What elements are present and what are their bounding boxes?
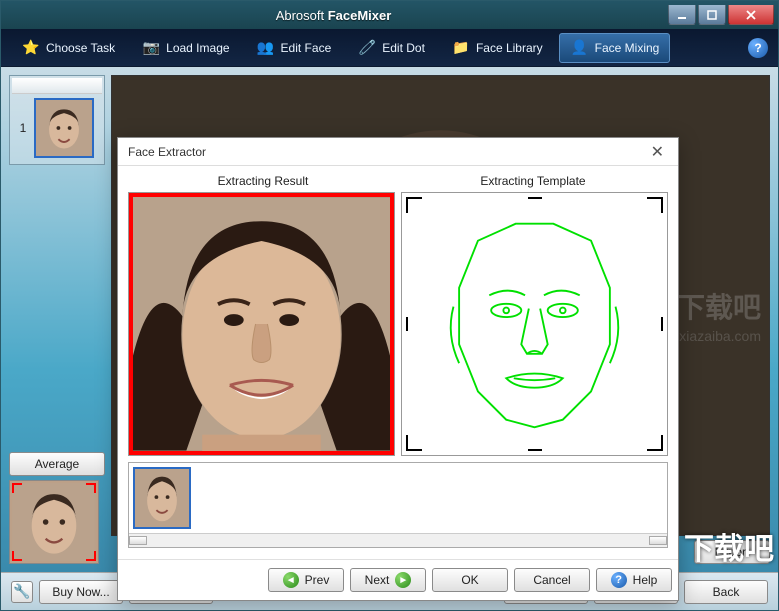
thumb-row[interactable]: 1 [12,94,102,162]
back-label: Back [713,585,740,599]
maximize-button[interactable] [698,5,726,25]
main-toolbar: ⭐ Choose Task 📷 Load Image 👥 Edit Face 🧷… [1,29,778,67]
prev-button[interactable]: ◄ Prev [268,568,344,592]
dialog-button-row: ◄ Prev Next ► OK Cancel ? Help [118,559,678,600]
next-button[interactable]: Next ► [350,568,426,592]
filmstrip-thumb[interactable] [133,467,191,529]
toolbar-help-button[interactable]: ? [748,38,768,58]
filmstrip-scrollbar[interactable] [129,533,667,547]
face-library-label: Face Library [476,41,543,55]
arrow-right-icon: ► [395,572,411,588]
face-library-button[interactable]: 📁 Face Library [441,33,553,63]
ok-button[interactable]: OK [432,568,508,592]
crop-corner-icon [12,483,22,493]
help-label: Help [633,573,658,587]
result-face-photo [133,197,390,451]
result-face-icon [133,197,390,451]
thumb-index: 1 [16,121,30,135]
app-title: Abrosoft FaceMixer [1,8,666,23]
back-button[interactable]: Back [684,580,768,604]
close-button[interactable] [728,5,774,25]
edit-face-button[interactable]: 👥 Edit Face [246,33,342,63]
left-panel: 1 Average [9,75,105,564]
result-thumb-icon [12,483,96,561]
maximize-icon [707,10,717,20]
close-icon: ✕ [651,144,664,161]
extracting-result-panel[interactable] [128,192,395,456]
cancel-label: Cancel [533,573,570,587]
thumb-image[interactable] [34,98,94,158]
dialog-title: Face Extractor [128,145,206,159]
arrow-left-icon: ◄ [283,572,299,588]
app-title-bold: FaceMixer [328,8,392,23]
crop-tick-icon [406,317,408,331]
gear-icon: 🔧 [13,583,30,600]
face-thumb-icon [36,100,92,156]
face-mixing-label: Face Mixing [595,41,660,55]
main-area: 1 Average [1,67,778,572]
watermark-text: 下载吧 [677,286,761,326]
buy-now-label: Buy Now... [52,585,109,599]
help-icon: ? [611,572,627,588]
ok-label: OK [461,573,478,587]
close-icon [746,10,756,20]
camera-icon: 📷 [141,39,161,57]
app-window: Abrosoft FaceMixer ⭐ Choose Task 📷 Load … [0,0,779,611]
help-button[interactable]: ? Help [596,568,672,592]
dialog-panels [128,192,668,456]
edit-face-label: Edit Face [281,41,332,55]
crop-tick-icon [661,317,663,331]
dot-icon: 🧷 [357,39,377,57]
star-icon: ⭐ [21,39,41,57]
folder-icon: 📁 [451,39,471,57]
filmstrip [128,462,668,548]
face-icon: 👥 [256,39,276,57]
load-image-label: Load Image [166,41,229,55]
export-label: Export [715,545,750,559]
face-extractor-dialog: Face Extractor ✕ Extracting Result Extra… [117,137,679,601]
minimize-icon [677,10,687,20]
cancel-button[interactable]: Cancel [514,568,590,592]
dialog-titlebar: Face Extractor ✕ [118,138,678,166]
average-button[interactable]: Average [9,452,105,476]
result-label: Extracting Result [128,170,398,192]
load-image-button[interactable]: 📷 Load Image [131,33,239,63]
edit-dot-button[interactable]: 🧷 Edit Dot [347,33,435,63]
crop-corner-icon [12,551,22,561]
face-template-wireframe-icon [412,203,657,444]
crop-corner-icon [86,483,96,493]
result-thumb[interactable] [9,480,99,564]
prev-label: Prev [305,573,330,587]
buy-now-button[interactable]: Buy Now... [39,580,123,604]
extracting-template-panel[interactable] [401,192,668,456]
crop-tick-icon [528,197,542,199]
crop-corner-icon [86,551,96,561]
face-mixing-button[interactable]: 👤 Face Mixing [559,33,671,63]
choose-task-button[interactable]: ⭐ Choose Task [11,33,125,63]
filmstrip-items [129,463,667,533]
crop-tick-icon [528,449,542,451]
filmstrip-face-icon [135,469,189,527]
choose-task-label: Choose Task [46,41,115,55]
window-controls [666,5,774,25]
template-label: Extracting Template [398,170,668,192]
app-title-prefix: Abrosoft [276,8,328,23]
edit-dot-label: Edit Dot [382,41,425,55]
help-icon: ? [754,41,761,55]
thumb-list: 1 [9,75,105,165]
dialog-body: Extracting Result Extracting Template [118,166,678,559]
thumb-list-header [12,78,102,94]
minimize-button[interactable] [668,5,696,25]
average-label: Average [35,457,79,471]
export-button[interactable]: Export [694,540,770,564]
title-bar: Abrosoft FaceMixer [1,1,778,29]
mixing-icon: 👤 [570,39,590,57]
dialog-close-button[interactable]: ✕ [647,142,668,162]
settings-button[interactable]: 🔧 [11,581,33,603]
dialog-panel-labels: Extracting Result Extracting Template [128,170,668,192]
next-label: Next [365,573,390,587]
